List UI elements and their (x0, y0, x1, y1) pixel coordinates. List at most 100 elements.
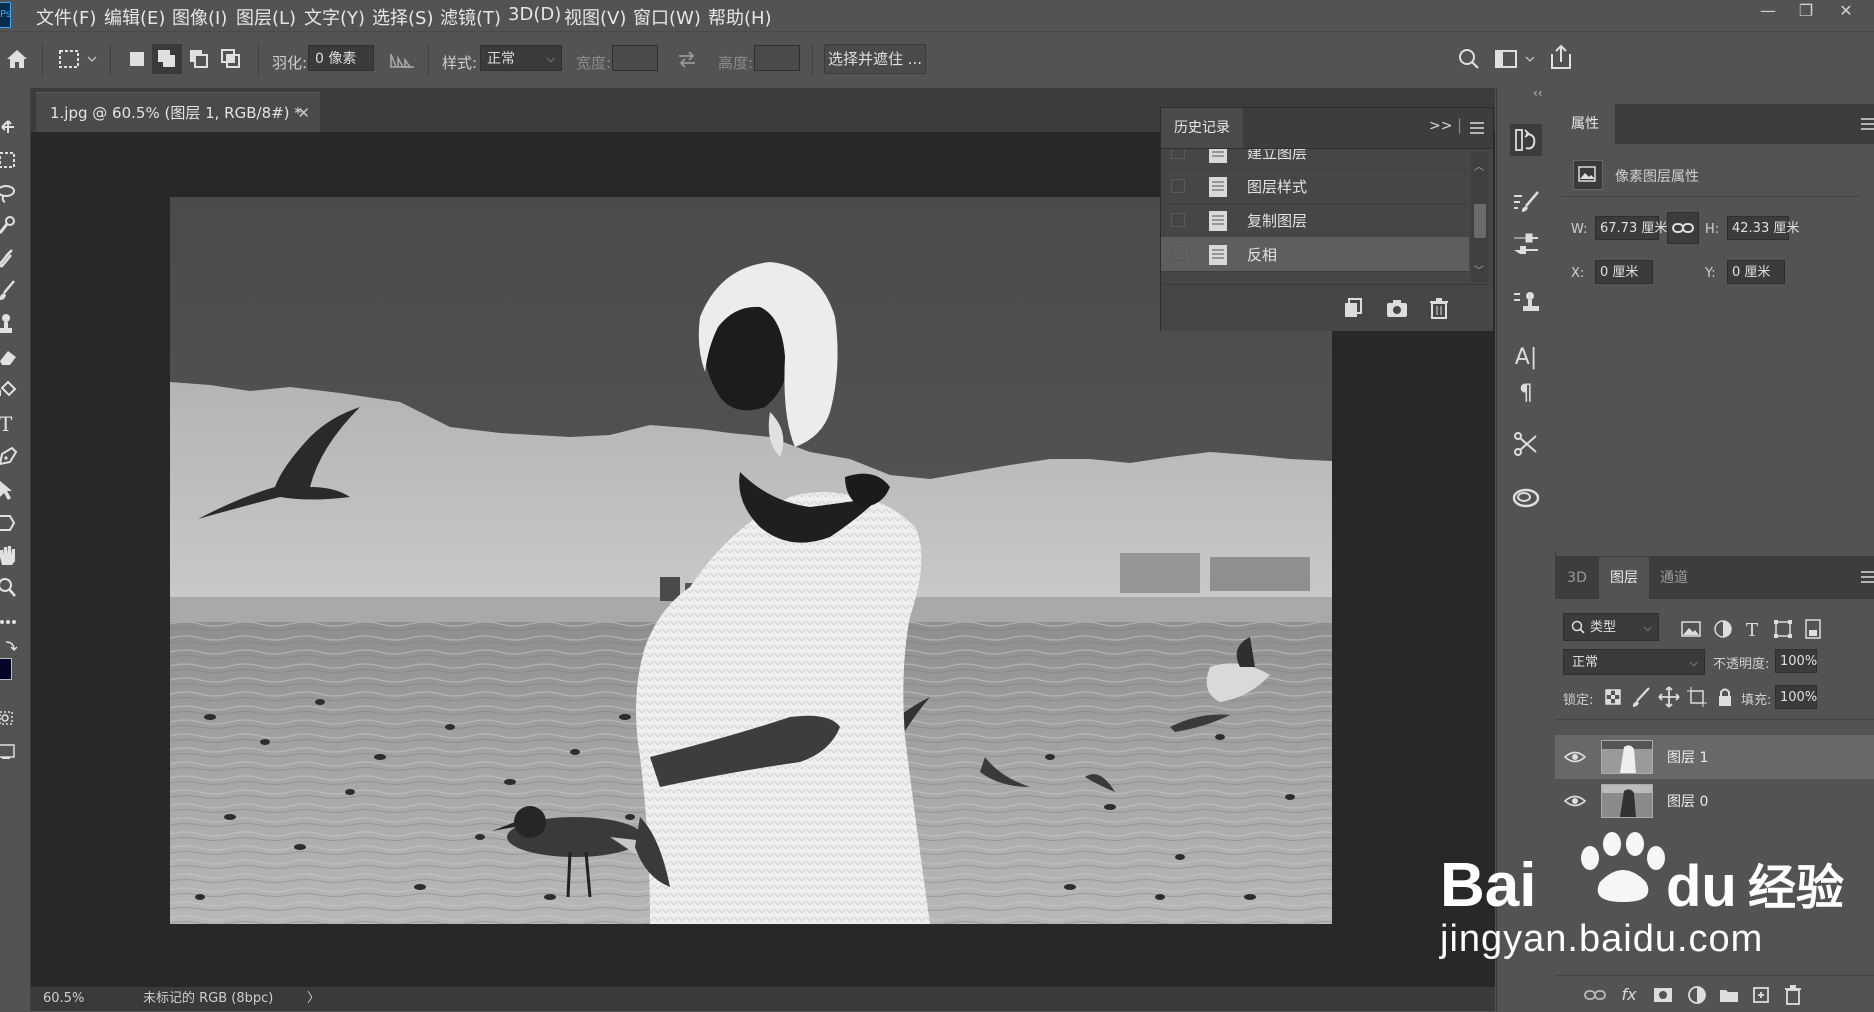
scrollbar-thumb[interactable] (1474, 204, 1486, 238)
menu-select[interactable]: 选择(S) (372, 4, 433, 30)
paragraph-icon[interactable]: ¶ (1510, 378, 1542, 410)
filter-shape-icon[interactable] (1771, 617, 1795, 641)
menu-view[interactable]: 视图(V) (564, 4, 626, 30)
screen-mode-icon[interactable] (0, 737, 28, 767)
home-icon[interactable] (4, 46, 30, 72)
clone-source-icon[interactable] (1510, 286, 1542, 318)
collapse-icons-button[interactable]: ‹‹ (1533, 86, 1543, 100)
menu-file[interactable]: 文件(F) (36, 4, 96, 30)
document-tab[interactable]: 1.jpg @ 60.5% (图层 1, RGB/8#) * ✕ (36, 92, 320, 132)
layer-row[interactable]: 图层 1 (1555, 735, 1874, 779)
new-group-icon[interactable] (1717, 983, 1741, 1007)
history-item[interactable]: 复制图层 (1161, 203, 1469, 238)
lasso-tool-icon[interactable] (0, 178, 28, 208)
path-selection-tool-icon[interactable] (0, 475, 28, 505)
menu-type[interactable]: 文字(Y) (304, 4, 365, 30)
tab-channels[interactable]: 通道 (1649, 557, 1699, 599)
quick-selection-tool-icon[interactable] (0, 211, 28, 241)
panel-menu-icon[interactable] (1861, 118, 1874, 130)
width-input[interactable] (612, 45, 658, 71)
layer-y-input[interactable]: 0 厘米 (1727, 260, 1785, 284)
close-window-button[interactable]: ✕ (1826, 0, 1866, 24)
layer-name[interactable]: 图层 0 (1667, 791, 1708, 811)
history-tab[interactable]: 历史记录 (1161, 108, 1243, 148)
shape-tool-icon[interactable] (0, 508, 28, 538)
tab-3d[interactable]: 3D (1555, 557, 1599, 599)
lock-transparency-icon[interactable] (1601, 685, 1625, 709)
history-item[interactable]: 图层样式 (1161, 169, 1469, 204)
quick-mask-icon[interactable] (0, 704, 28, 734)
add-mask-icon[interactable] (1651, 983, 1675, 1007)
layer-height-input[interactable]: 42.33 厘米 (1727, 216, 1799, 240)
height-input[interactable] (754, 45, 800, 71)
panel-menu-icon[interactable] (1469, 121, 1485, 135)
eyedropper-tool-icon[interactable] (0, 244, 28, 274)
brush-settings-icon[interactable] (1510, 186, 1542, 218)
lock-pixels-icon[interactable] (1629, 685, 1653, 709)
filter-smart-object-icon[interactable] (1801, 617, 1825, 641)
status-menu-arrow[interactable]: 〉 (307, 987, 320, 1011)
scroll-up-icon[interactable]: ︿ (1474, 158, 1484, 173)
menu-help[interactable]: 帮助(H) (708, 4, 772, 30)
history-item-active[interactable]: 反相 (1161, 237, 1469, 272)
subtract-selection-icon[interactable] (184, 44, 214, 74)
lock-position-icon[interactable] (1657, 685, 1681, 709)
layer-row[interactable]: 图层 0 (1555, 779, 1874, 823)
camera-icon[interactable] (1385, 297, 1409, 319)
filter-adjustment-icon[interactable] (1711, 617, 1735, 641)
panel-menu-icon[interactable] (1861, 571, 1874, 583)
trash-icon[interactable] (1427, 297, 1451, 319)
snapshot-source-checkbox[interactable] (1171, 149, 1185, 159)
menu-window[interactable]: 窗口(W) (633, 4, 701, 30)
menu-filter[interactable]: 滤镜(T) (440, 4, 501, 30)
lock-all-icon[interactable] (1713, 685, 1737, 709)
eye-icon[interactable] (1563, 748, 1587, 766)
tools-preset-icon[interactable] (1510, 428, 1542, 460)
layer-name[interactable]: 图层 1 (1667, 747, 1708, 767)
menu-3d[interactable]: 3D(D) (508, 4, 561, 25)
paint-bucket-tool-icon[interactable] (0, 376, 28, 406)
history-icon[interactable] (1510, 124, 1542, 156)
fill-input[interactable]: 100% (1775, 685, 1817, 709)
layer-filter-select[interactable]: 类型 ⌵ (1563, 613, 1659, 641)
menu-edit[interactable]: 编辑(E) (104, 4, 165, 30)
workspace-icon[interactable] (1494, 46, 1538, 72)
foreground-color-swatch[interactable] (0, 658, 12, 680)
layer-style-fx-button[interactable]: fx (1617, 983, 1641, 1007)
filter-pixel-icon[interactable] (1679, 617, 1703, 641)
select-and-mask-button[interactable]: 选择并遮住 ... (824, 44, 926, 74)
snapshot-source-checkbox[interactable] (1171, 247, 1185, 261)
brush-tool-icon[interactable] (0, 277, 28, 307)
close-icon[interactable]: ✕ (297, 93, 310, 133)
minimize-button[interactable]: — (1748, 0, 1788, 24)
new-layer-icon[interactable] (1749, 983, 1773, 1007)
scroll-down-icon[interactable]: ﹀ (1474, 262, 1484, 277)
marquee-tool-preset-icon[interactable] (56, 46, 100, 72)
new-document-from-state-icon[interactable] (1341, 297, 1365, 319)
lock-artboard-icon[interactable] (1685, 685, 1709, 709)
snapshot-source-checkbox[interactable] (1171, 213, 1185, 227)
document-canvas[interactable] (170, 197, 1332, 924)
tab-layers[interactable]: 图层 (1599, 557, 1649, 599)
clone-stamp-tool-icon[interactable] (0, 310, 28, 340)
character-icon[interactable]: A| (1510, 342, 1542, 374)
swap-colors-icon[interactable] (0, 636, 28, 658)
link-layers-icon[interactable] (1583, 983, 1607, 1007)
restore-button[interactable]: ❐ (1786, 0, 1826, 24)
more-tools-icon[interactable] (0, 607, 28, 637)
feather-input[interactable]: 0 像素 (308, 45, 374, 71)
menu-image[interactable]: 图像(I) (172, 4, 227, 30)
history-scrollbar[interactable]: ︿ ﹀ (1471, 152, 1489, 282)
adjustments-icon[interactable] (1510, 228, 1542, 260)
pen-tool-icon[interactable] (0, 442, 28, 472)
link-icon[interactable] (1667, 212, 1699, 244)
delete-layer-icon[interactable] (1781, 983, 1805, 1007)
hand-tool-icon[interactable] (0, 541, 28, 571)
intersect-selection-icon[interactable] (216, 44, 246, 74)
collapse-panel-button[interactable]: >> (1429, 118, 1452, 134)
add-to-selection-icon[interactable] (152, 44, 182, 74)
opacity-input[interactable]: 100% (1775, 649, 1817, 673)
creative-cloud-icon[interactable] (1510, 480, 1542, 512)
eye-icon[interactable] (1563, 792, 1587, 810)
new-selection-icon[interactable] (122, 44, 152, 74)
